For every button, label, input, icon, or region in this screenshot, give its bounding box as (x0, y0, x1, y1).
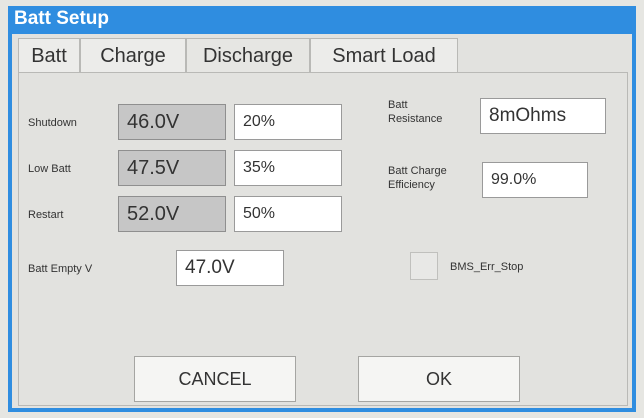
shutdown-percent-input[interactable]: 20% (234, 104, 342, 140)
tab-discharge[interactable]: Discharge (186, 38, 310, 76)
bms-err-stop-label: BMS_Err_Stop (450, 261, 524, 273)
batt-charge-efficiency-input[interactable]: 99.0% (482, 162, 588, 198)
batt-resistance-input[interactable]: 8mOhms (480, 98, 606, 134)
batt-empty-v-label: Batt Empty V (28, 263, 93, 275)
restart-voltage-field: 52.0V (118, 196, 226, 232)
restart-label: Restart (28, 209, 64, 221)
bms-err-stop-checkbox[interactable] (410, 252, 438, 280)
batt-empty-v-input[interactable]: 47.0V (176, 250, 284, 286)
tab-smart-load[interactable]: Smart Load (310, 38, 458, 72)
title-bar: Batt Setup (8, 6, 636, 34)
batt-charge-efficiency-label: Batt Charge Efficiency (388, 165, 447, 191)
cancel-button[interactable]: CANCEL (134, 356, 296, 402)
restart-percent-input[interactable]: 50% (234, 196, 342, 232)
low-batt-percent-input[interactable]: 35% (234, 150, 342, 186)
tab-charge[interactable]: Charge (80, 38, 186, 72)
ok-button[interactable]: OK (358, 356, 520, 402)
low-batt-voltage-field: 47.5V (118, 150, 226, 186)
tab-batt[interactable]: Batt (18, 38, 80, 72)
shutdown-label: Shutdown (28, 117, 77, 129)
batt-resistance-label: Batt Resistance (388, 99, 443, 125)
window-title: Batt Setup (14, 8, 109, 29)
low-batt-label: Low Batt (28, 163, 71, 175)
shutdown-voltage-field: 46.0V (118, 104, 226, 140)
